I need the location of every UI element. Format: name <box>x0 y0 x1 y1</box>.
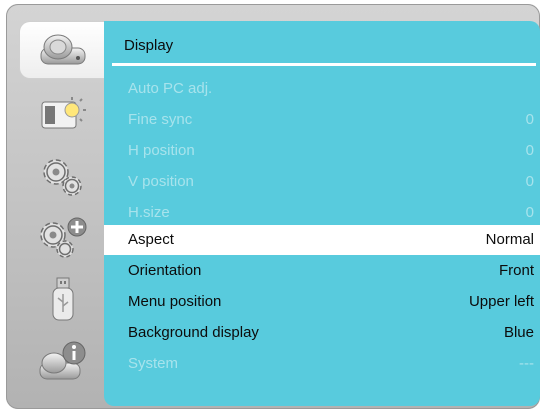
sidebar <box>20 22 106 402</box>
menu-item-value: 0 <box>525 173 534 190</box>
menu-item-orientation[interactable]: Orientation Front <box>104 256 540 286</box>
menu-item-h-size: H.size 0 <box>104 198 540 228</box>
setting-gears-icon <box>38 154 88 198</box>
menu-item-value: 0 <box>525 142 534 159</box>
title-divider <box>112 63 536 66</box>
menu-item-h-position: H position 0 <box>104 136 540 166</box>
sidebar-item-setting[interactable] <box>20 148 106 204</box>
menu-item-value: Blue <box>503 324 534 341</box>
sidebar-item-picture[interactable] <box>20 86 106 142</box>
page-title: Display <box>124 37 174 54</box>
menu-item-label: H position <box>128 142 195 159</box>
sidebar-item-display[interactable] <box>20 22 106 78</box>
usb-icon <box>45 276 81 324</box>
menu-item-value: Front <box>498 262 534 279</box>
menu-item-label: Orientation <box>128 262 202 279</box>
picture-adjust-icon <box>38 94 88 134</box>
menu-item-label: V position <box>128 173 194 190</box>
menu-item-value: 0 <box>525 111 534 128</box>
menu-item-value: 0 <box>525 204 534 221</box>
menu-item-aspect[interactable]: Aspect Normal <box>104 225 540 255</box>
menu-item-label: Auto PC adj. <box>128 80 213 97</box>
menu-item-value: Upper left <box>468 293 534 310</box>
menu-item-label: Menu position <box>128 293 222 310</box>
menu-item-background-display[interactable]: Background display Blue <box>104 318 540 348</box>
menu-item-auto-pc-adj: Auto PC adj. <box>104 74 540 104</box>
menu-item-value: --- <box>519 355 534 372</box>
menu-item-fine-sync: Fine sync 0 <box>104 105 540 135</box>
menu-item-label: H.size <box>128 204 170 221</box>
menu-frame: Display Auto PC adj. Fine sync 0 H posit… <box>6 4 540 409</box>
menu-item-v-position: V position 0 <box>104 167 540 197</box>
menu-item-label: Aspect <box>128 231 174 248</box>
expanded-setting-icon <box>35 215 91 261</box>
menu-item-system: System --- <box>104 349 540 379</box>
menu-item-label: System <box>128 355 179 372</box>
menu-item-value: Normal <box>485 231 534 248</box>
menu-item-label: Background display <box>128 324 259 341</box>
sidebar-item-information[interactable] <box>20 334 106 390</box>
menu-item-menu-position[interactable]: Menu position Upper left <box>104 287 540 317</box>
display-menu-panel: Display Auto PC adj. Fine sync 0 H posit… <box>104 21 540 406</box>
information-icon <box>36 339 90 385</box>
projector-icon <box>37 32 89 68</box>
sidebar-item-memory-viewer[interactable] <box>20 272 106 328</box>
menu-item-label: Fine sync <box>128 111 193 128</box>
sidebar-item-expanded-setting[interactable] <box>20 210 106 266</box>
